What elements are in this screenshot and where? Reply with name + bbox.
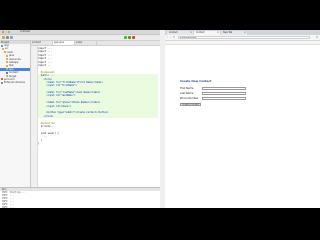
console-output: INFO Starting ... INFO ... INFO ... INFO ..… [0, 191, 160, 208]
save-icon[interactable] [6, 36, 9, 39]
editor-tab[interactable]: App.java [53, 41, 75, 45]
code-line: } [38, 141, 40, 145]
forward-icon[interactable]: › [170, 36, 171, 39]
menu-icon[interactable]: ≡ [316, 36, 318, 39]
run-icon[interactable] [124, 36, 127, 39]
editor-tab[interactable]: index [75, 41, 97, 45]
close-window-icon[interactable] [2, 31, 4, 33]
code-editor[interactable]: Contact App.java index import ... import ..… [31, 41, 160, 187]
project-tree: dojo src main java resources webapp test app Con… [0, 44, 30, 85]
form-input-field[interactable] [202, 96, 246, 101]
folder-icon [6, 68, 8, 71]
run-console: Run INFO Starting ... INFO ... INFO ... INF… [0, 187, 160, 208]
ide-window: Untitled Project dojo src main java resource… [0, 30, 160, 208]
ide-title: Untitled [20, 30, 31, 33]
page-title: Create New Contact [180, 79, 212, 83]
form-input-field[interactable] [202, 86, 246, 91]
address-bar[interactable]: localhost:8080 [178, 36, 310, 39]
folder-icon [4, 51, 6, 54]
debug-icon[interactable] [128, 36, 131, 39]
folder-icon [2, 47, 4, 50]
browser-tab-label: Contact [196, 31, 205, 34]
minimize-window-icon[interactable] [5, 31, 7, 33]
file-icon [1, 78, 3, 81]
field-label: First Name [180, 87, 194, 90]
sync-icon[interactable] [10, 36, 13, 39]
library-icon [1, 81, 3, 84]
folder-icon [6, 58, 8, 61]
folder-icon [6, 64, 8, 67]
code-area[interactable]: import ... import ... import ... import ...… [38, 47, 158, 145]
browser-tab-label: Contact [169, 31, 178, 34]
console-line: INFO ... [2, 206, 14, 208]
line-gutter [31, 46, 38, 187]
editor-tab[interactable]: Contact [31, 41, 53, 45]
browser-window: Contact × Contact × New Tab × ‹ › ↻ localhost… [165, 30, 320, 208]
maximize-window-icon[interactable] [8, 31, 10, 33]
class-icon [6, 71, 8, 74]
folder-icon [6, 54, 8, 57]
create-contact-button[interactable]: Create Contact [180, 103, 202, 107]
field-label: Last Name [180, 92, 194, 95]
folder-icon [6, 75, 8, 78]
folder-icon [6, 61, 8, 64]
open-icon[interactable] [2, 36, 5, 39]
editor-tabs: Contact App.java index [31, 41, 160, 46]
tree-item[interactable]: External Libraries [0, 81, 30, 84]
field-label: Phone Number [180, 97, 199, 100]
reload-icon[interactable]: ↻ [173, 36, 175, 39]
tree-item-label: External Libraries [4, 81, 26, 85]
bookmarks-bar [165, 41, 320, 45]
project-panel: Project dojo src main java resources webapp te… [0, 41, 31, 187]
browser-tab-label: New Tab [223, 31, 233, 34]
project-icon [1, 44, 3, 47]
stop-icon[interactable] [132, 36, 135, 39]
form-input-field[interactable] [202, 91, 246, 96]
back-icon[interactable]: ‹ [167, 36, 168, 39]
